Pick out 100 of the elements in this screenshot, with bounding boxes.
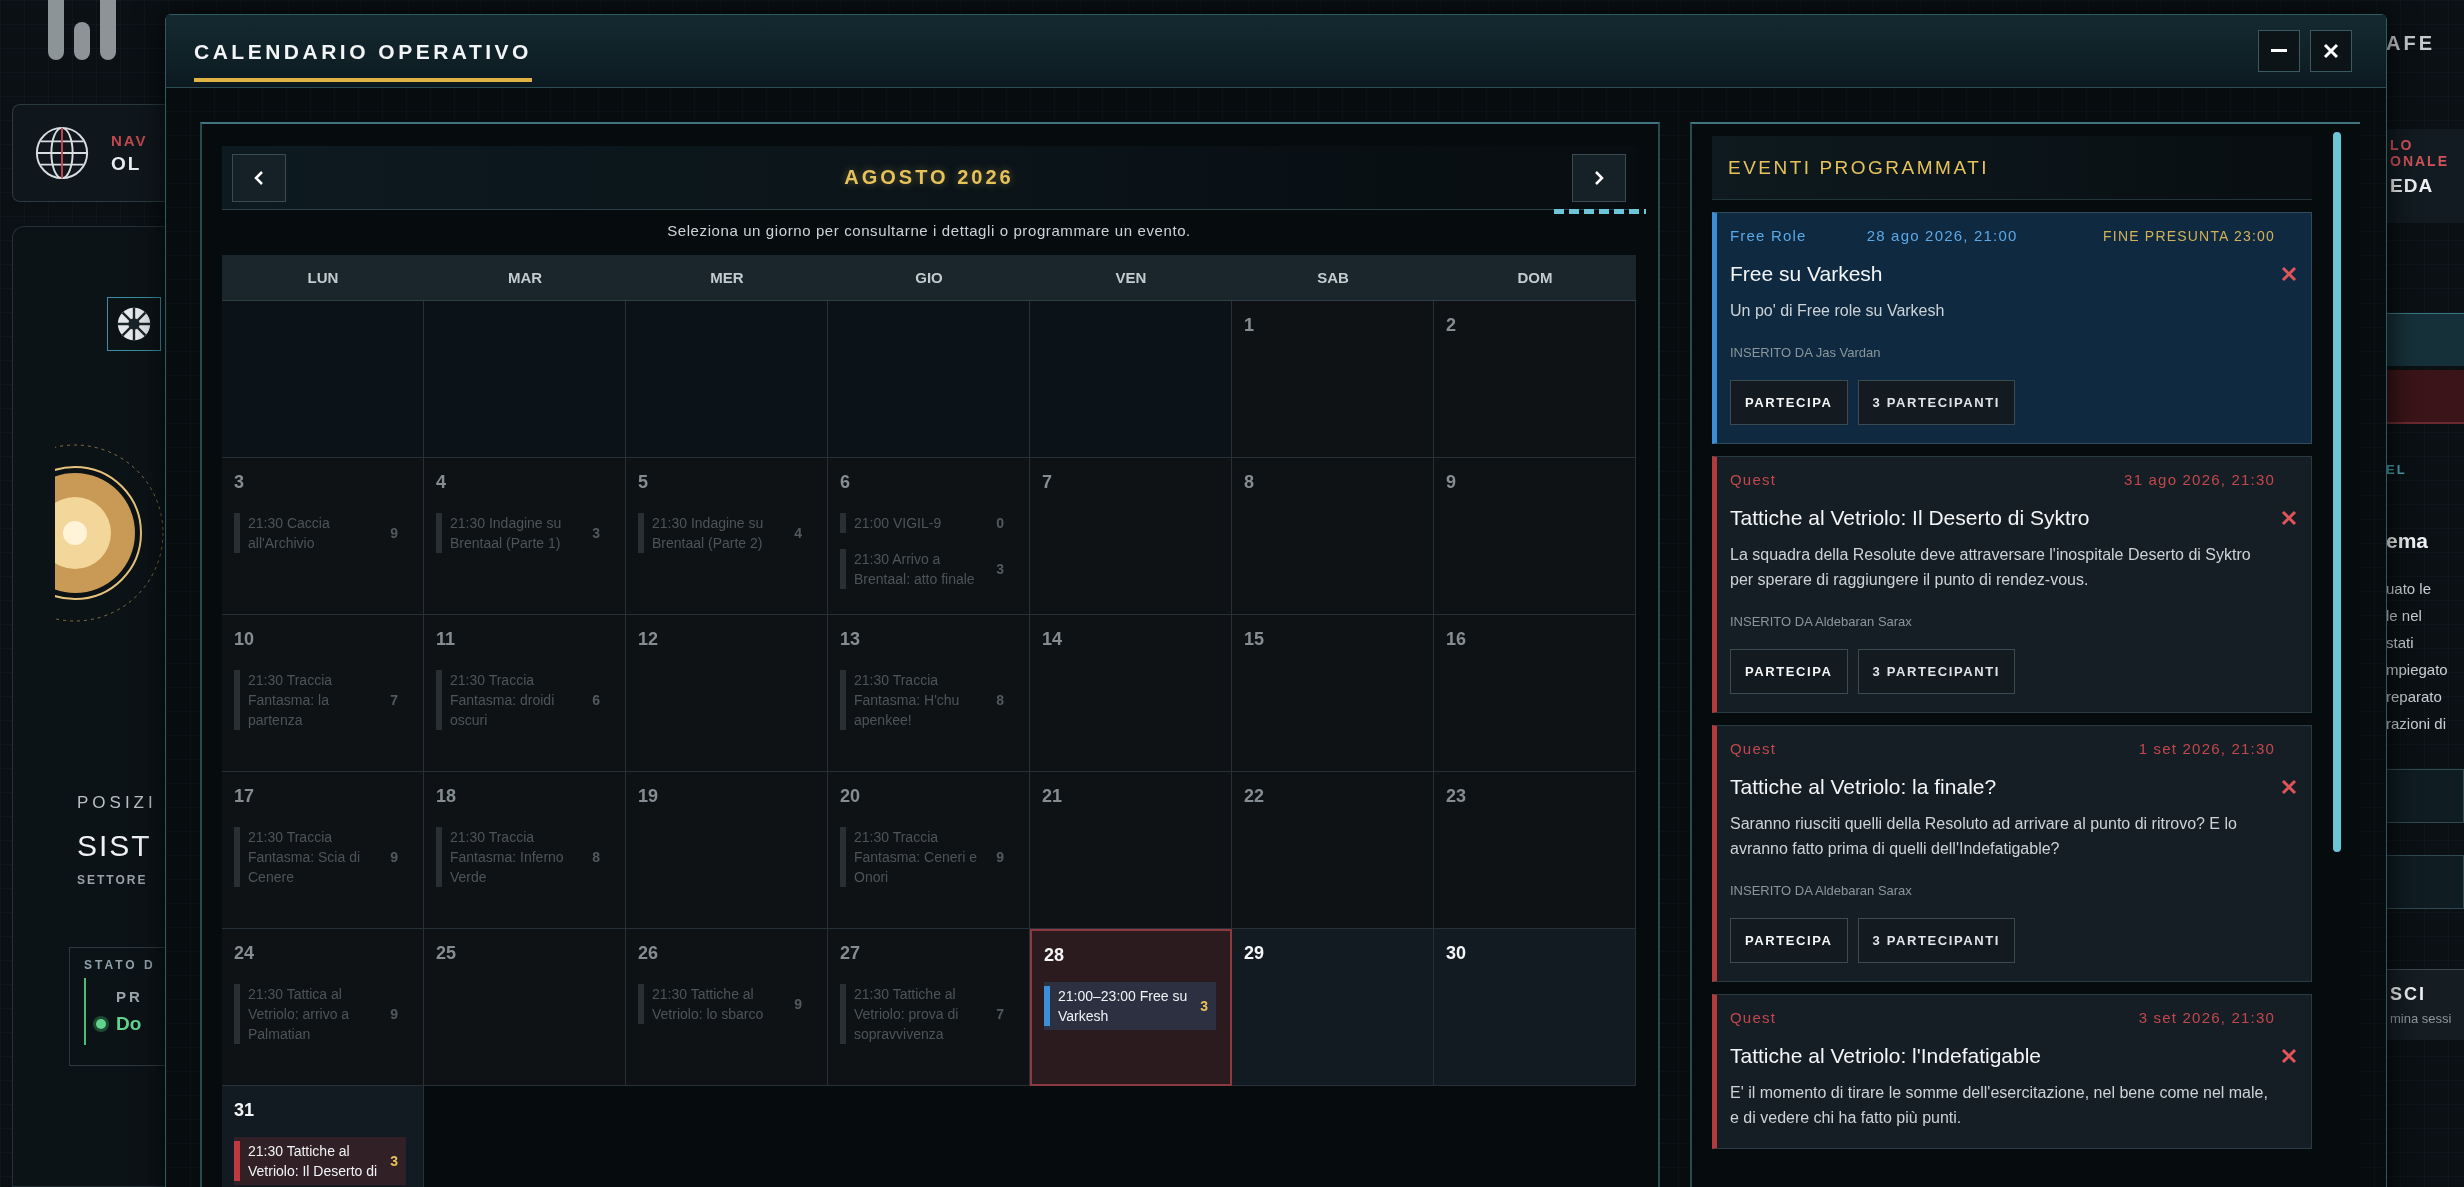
day-number: 10	[234, 629, 255, 650]
event-label: 21:30 Traccia Fantasma: droidi oscuri	[450, 671, 556, 730]
calendar-day-cell[interactable]: 21	[1030, 772, 1232, 929]
participant-count: 9	[390, 525, 398, 541]
calendar-day-cell[interactable]: 27 21:30 Tattiche al Vetriolo: prova di sopravvivenza 7	[828, 929, 1030, 1086]
system-name: SIST	[77, 829, 152, 863]
event-label: 21:00 VIGIL-9	[854, 514, 943, 533]
participant-count: 9	[794, 996, 802, 1012]
delete-icon[interactable]	[2281, 1048, 2297, 1064]
calendar-day-cell[interactable]: 14	[1030, 615, 1232, 772]
event-label: 21:30 Indagine su Brentaal (Parte 1)	[450, 514, 563, 553]
calendar-day-cell[interactable]: 24 21:30 Tattica al Vetriolo: arrivo a Palmatian 9	[222, 929, 424, 1086]
minus-icon	[2271, 49, 2287, 53]
calendar-day-cell[interactable]: 15	[1232, 615, 1434, 772]
calendar-day-cell[interactable]: 25	[424, 929, 626, 1086]
participant-count: 9	[996, 849, 1004, 865]
calendar-day-cell[interactable]: 18 21:30 Traccia Fantasma: Inferno Verde 8	[424, 772, 626, 929]
event-color-bar	[234, 513, 240, 553]
delete-icon[interactable]	[2281, 779, 2297, 795]
event-label: 21:30 Tattiche al Vetriolo: prova di sopravvivenza	[854, 985, 960, 1044]
calendar-day-cell[interactable]: 7	[1030, 458, 1232, 615]
exit-subtitle: mina sessi	[2390, 1011, 2453, 1026]
globe-icon	[33, 124, 91, 182]
close-button[interactable]	[2310, 30, 2352, 72]
event-category: Free Role	[1730, 227, 1807, 244]
day-number: 27	[840, 943, 861, 964]
day-number: 3	[234, 472, 244, 493]
day-number: 11	[436, 629, 456, 650]
event-label: 21:30 Arrivo a Brentaal: atto finale	[854, 550, 976, 589]
calendar-day-cell[interactable]: 29	[1232, 929, 1434, 1086]
event-card[interactable]	[1712, 456, 2312, 713]
calendar-day-cell[interactable]: 30	[1434, 929, 1636, 1086]
calendar-day-cell[interactable]: 23	[1434, 772, 1636, 929]
weekday-header: SAB	[1232, 255, 1434, 301]
day-number: 31	[234, 1100, 255, 1121]
panel-value: EDA	[2390, 175, 2435, 197]
calendar-day-cell[interactable]: 10 21:30 Traccia Fantasma: la partenza 7	[222, 615, 424, 772]
calendar-day-cell[interactable]: 2	[1434, 301, 1636, 458]
next-month-button[interactable]	[1572, 153, 1626, 202]
event-category: Quest	[1730, 740, 1777, 757]
event-description: Saranno riusciti quelli della Resoluto ad arrivare al punto di ritrovo? E lo avranno fatto prima di quelli dell'Indefatigable?	[1730, 814, 2238, 859]
weekday-header: VEN	[1030, 255, 1232, 301]
day-number: 1	[1244, 315, 1254, 336]
calendar-day-cell[interactable]: 1	[1232, 301, 1434, 458]
event-action-button[interactable]: PARTECIPA	[1730, 380, 1848, 425]
event-color-bar	[436, 827, 442, 887]
event-author: INSERITO DA Jas Vardan	[1730, 345, 1881, 360]
calendar-day-cell[interactable]: 3 21:30 Caccia all'Archivio 9	[222, 458, 424, 615]
day-number: 14	[1042, 629, 1063, 650]
nav-label: NAV	[111, 131, 148, 149]
event-category: Quest	[1730, 1009, 1777, 1026]
event-card[interactable]: Free Role 28 ago 2026, 21:00 FINE PRESUNTA 23:00 Free su Varkesh Un po' di Free role su Varkesh INSERITO DA Jas Vardan PARTECIPA 3 PARTECIPANTI	[1712, 212, 2312, 444]
calendar-day-cell[interactable]: 9	[1434, 458, 1636, 615]
calendar-day-cell[interactable]: 13 21:30 Traccia Fantasma: H'chu apenkee! 8	[828, 615, 1030, 772]
event-label: 21:30 Traccia Fantasma: Inferno Verde	[450, 828, 565, 887]
event-description: La squadra della Resolute deve attraversare l'inospitale Deserto di Syktro per sperare di raggiungere il punto di rendez-vous.	[1730, 545, 2252, 590]
logo-icon	[48, 0, 116, 62]
event-title: Free su Varkesh	[1730, 262, 1883, 286]
event-title: Tattiche al Vetriolo: la finale?	[1730, 775, 1997, 799]
day-number: 24	[234, 943, 255, 964]
previous-month-button[interactable]	[232, 153, 286, 202]
event-action-button[interactable]: PARTECIPA	[1730, 918, 1848, 963]
event-color-bar	[436, 513, 442, 553]
weekday-header: LUN	[222, 255, 424, 301]
event-color-bar	[234, 984, 240, 1044]
calendar-day-cell[interactable]: 4 21:30 Indagine su Brentaal (Parte 1) 3	[424, 458, 626, 615]
day-number: 6	[840, 472, 850, 493]
calendar-day-cell[interactable]: 11 21:30 Traccia Fantasma: droidi oscuri 6	[424, 615, 626, 772]
scrollbar-thumb[interactable]	[2333, 132, 2341, 852]
panel-label: ONALE	[2390, 153, 2450, 169]
event-description: Un po' di Free role su Varkesh	[1730, 301, 1945, 321]
sector-label: SETTORE	[77, 873, 148, 887]
calendar-day-cell[interactable]: 17 21:30 Traccia Fantasma: Scia di Cenere 9	[222, 772, 424, 929]
event-card[interactable]: Quest 3 set 2026, 21:30 Tattiche al Vetriolo: l'Indefatigable E' il momento di tirare le somme dell'esercitazione, nel bene come nel male, e di vedere chi ha fatto più punti.	[1712, 994, 2312, 1149]
calendar-day-cell[interactable]: 5 21:30 Indagine su Brentaal (Parte 2) 4	[626, 458, 828, 615]
delete-icon[interactable]	[2281, 266, 2297, 282]
event-action-button[interactable]: 3 PARTECIPANTI	[1857, 649, 2015, 694]
calendar-day-cell[interactable]: 16	[1434, 615, 1636, 772]
chevron-left-icon	[254, 170, 264, 185]
minimize-button[interactable]	[2258, 30, 2300, 72]
dialog-title: CALENDARIO OPERATIVO	[194, 20, 532, 82]
event-color-bar	[840, 984, 846, 1044]
event-action-button[interactable]: 3 PARTECIPANTI	[1857, 918, 2015, 963]
calendar-day-cell[interactable]: 22	[1232, 772, 1434, 929]
paragraph-line: uato le	[2386, 579, 2433, 599]
calendar-day-cell[interactable]: 19	[626, 772, 828, 929]
delete-icon[interactable]	[2281, 510, 2297, 526]
status-value: Do	[116, 1013, 142, 1035]
calendar-day-cell[interactable]: 20 21:30 Traccia Fantasma: Ceneri e Onori 9	[828, 772, 1030, 929]
event-action-button[interactable]: 3 PARTECIPANTI	[1857, 380, 2015, 425]
day-number: 16	[1446, 629, 1467, 650]
calendar-day-cell[interactable]: 12	[626, 615, 828, 772]
day-number: 13	[840, 629, 861, 650]
position-label: POSIZI	[77, 793, 157, 813]
event-card[interactable]	[1712, 725, 2312, 982]
section-label: EL	[2386, 462, 2408, 477]
calendar-day-cell[interactable]: 8	[1232, 458, 1434, 615]
participant-count: 9	[390, 1006, 398, 1022]
calendar-day-cell[interactable]: 26 21:30 Tattiche al Vetriolo: lo sbarco 9	[626, 929, 828, 1086]
event-action-button[interactable]: PARTECIPA	[1730, 649, 1848, 694]
